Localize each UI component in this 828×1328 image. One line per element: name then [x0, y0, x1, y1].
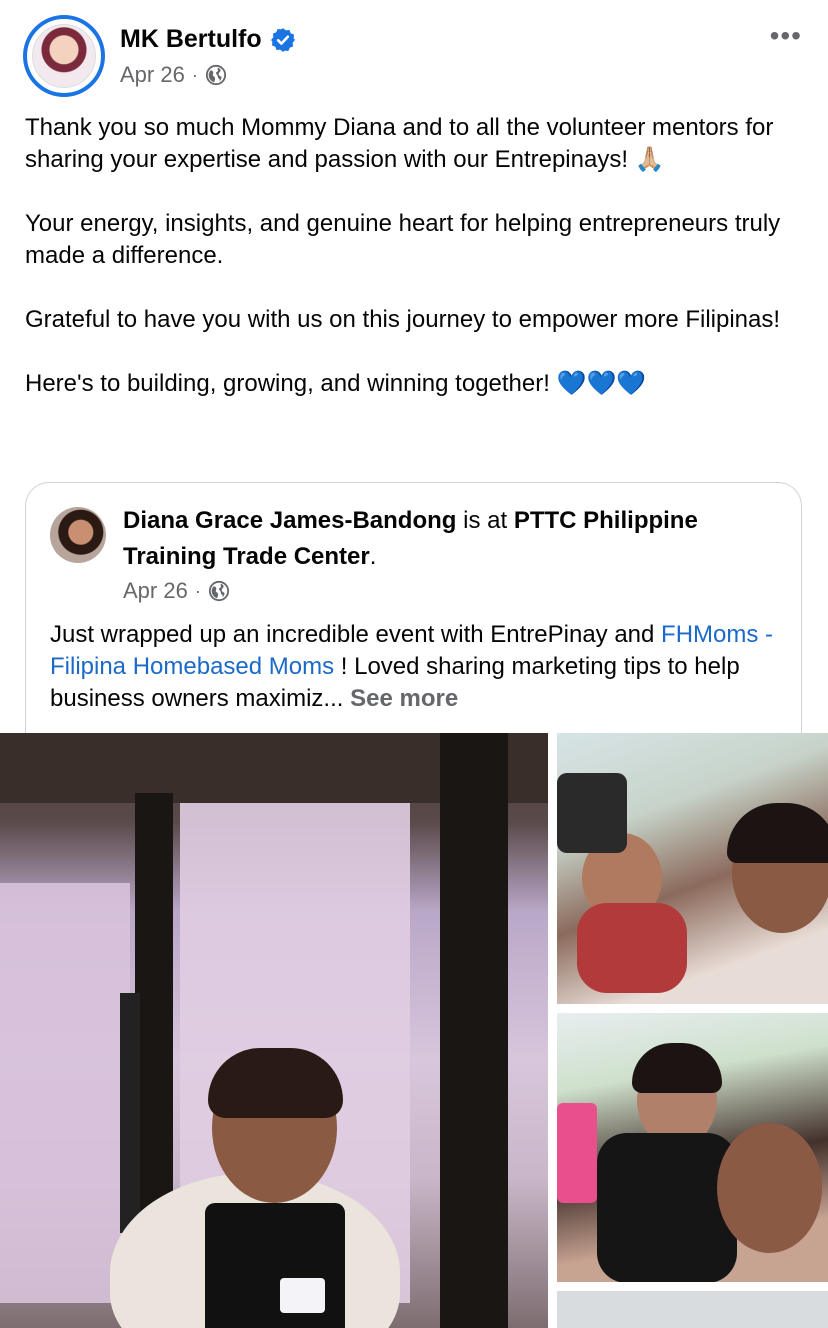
see-more-link[interactable]: See more	[350, 685, 458, 712]
photo-middle-right[interactable]	[557, 1013, 828, 1282]
photo-detail	[120, 993, 140, 1233]
photo-detail	[440, 733, 508, 1328]
post-date[interactable]: Apr 26	[120, 62, 185, 88]
photo-detail	[597, 1133, 737, 1282]
author-avatar-image	[32, 24, 96, 88]
shared-text-start: Just wrapped up an incredible event with…	[50, 621, 662, 648]
more-options-icon[interactable]: •••	[770, 22, 802, 50]
photo-main[interactable]	[0, 733, 548, 1328]
globe-icon[interactable]	[205, 64, 227, 86]
photo-detail	[280, 1278, 325, 1313]
photo-detail	[717, 1123, 822, 1253]
shared-author-avatar[interactable]	[50, 507, 106, 563]
photo-detail	[0, 883, 130, 1303]
photo-detail	[727, 803, 828, 863]
shared-post-date[interactable]: Apr 26	[123, 578, 188, 604]
meta-separator: ·	[191, 64, 198, 85]
author-row: MK Bertulfo	[120, 25, 296, 54]
post-body: Thank you so much Mommy Diana and to all…	[25, 112, 805, 432]
shared-post-meta: Apr 26 ·	[123, 578, 230, 604]
author-name[interactable]: MK Bertulfo	[120, 25, 262, 54]
post-meta: Apr 26 ·	[120, 62, 227, 88]
shared-post-card[interactable]: Diana Grace James-Bandong is at PTTC Phi…	[25, 482, 802, 747]
header-period: .	[369, 543, 377, 570]
photo-top-right[interactable]	[557, 733, 828, 1004]
photo-bottom-right[interactable]	[557, 1291, 828, 1328]
post-paragraph: Your energy, insights, and genuine heart…	[25, 210, 781, 269]
shared-author-name[interactable]: Diana Grace James-Bandong	[123, 507, 456, 534]
photo-detail	[208, 1048, 343, 1118]
photo-detail	[632, 1043, 722, 1093]
photo-detail	[557, 773, 627, 853]
checkin-connector: is at	[456, 507, 514, 534]
post-paragraph: Here's to building, growing, and winning…	[25, 370, 647, 397]
post-paragraph: Grateful to have you with us on this jou…	[25, 306, 781, 333]
photo-detail	[557, 1103, 597, 1203]
photo-detail	[577, 903, 687, 993]
meta-separator: ·	[194, 580, 201, 601]
globe-icon[interactable]	[208, 580, 230, 602]
shared-post-body: Just wrapped up an incredible event with…	[50, 619, 790, 715]
author-avatar[interactable]	[23, 15, 105, 97]
verified-badge-icon	[270, 27, 295, 52]
post-paragraph: Thank you so much Mommy Diana and to all…	[25, 114, 774, 173]
shared-post-header: Diana Grace James-Bandong is at PTTC Phi…	[123, 503, 783, 575]
